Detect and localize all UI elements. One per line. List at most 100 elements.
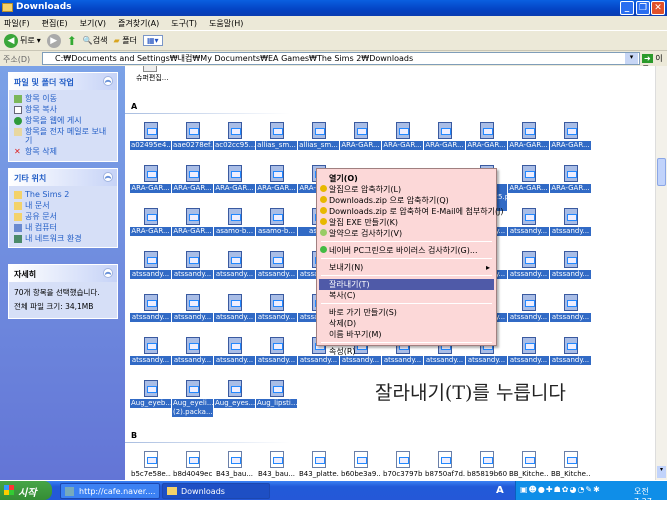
file-item[interactable]: atssandy... [508,294,549,322]
file-item[interactable]: b8750af7d... [424,451,465,479]
file-item[interactable]: atssandy... [130,337,171,365]
address-input[interactable]: C:₩Documents and Settings₩내컴₩My Document… [42,52,640,65]
file-item[interactable]: atssandy... [130,251,171,279]
menu-edit[interactable]: 편집(E) [42,18,68,28]
taskbar-item-downloads[interactable]: Downloads [162,483,270,499]
file-item[interactable]: atssandy... [256,337,297,365]
place-shared-documents[interactable]: 공유 문서 [9,211,117,222]
file-item[interactable]: allias_sm... [298,122,339,150]
menu-help[interactable]: 도움말(H) [209,18,243,28]
context-menu-item[interactable]: 잘라내기(T) [319,279,494,290]
file-item[interactable]: Aug_eyeli... (2).packa... [172,380,213,417]
task-email[interactable]: 항목을 전자 메일로 보내기 [9,126,117,146]
start-button[interactable]: 시작 [0,481,52,500]
file-item[interactable]: atssandy... [130,294,171,322]
file-item[interactable]: BB_Kitche... [550,451,591,479]
search-button[interactable]: 🔍검색 [83,35,108,46]
context-menu-item[interactable]: 보내기(N) ▸ [319,262,494,273]
folders-button[interactable]: ▰ 폴더 [114,35,137,46]
language-indicator[interactable]: A [496,485,504,496]
file-item[interactable]: atssandy... [214,294,255,322]
file-item[interactable]: atssandy... [550,337,591,365]
file-item[interactable]: atssandy... [256,294,297,322]
file-label[interactable]: 슈퍼편집... [135,74,169,83]
file-item[interactable]: b8d4049ec... [172,451,213,479]
taskbar-item-browser[interactable]: http://cafe.naver.... [60,483,160,499]
file-item[interactable]: ac02cc95... [214,122,255,150]
up-folder-icon[interactable]: ⬆ [67,34,77,48]
file-item[interactable]: Aug_eyeb... [130,380,171,408]
file-item[interactable]: asamo-b... [214,208,255,236]
file-item[interactable]: atssandy... [550,294,591,322]
address-dropdown[interactable]: ▾ [625,53,638,64]
vertical-scrollbar[interactable]: ▾ [655,66,667,480]
file-item[interactable]: ARA-GAR... [466,122,507,150]
minimize-button[interactable]: _ [620,1,634,15]
menu-favorites[interactable]: 즐겨찾기(A) [118,18,159,28]
file-item[interactable]: ARA-GAR... [256,165,297,193]
file-item[interactable]: ARA-GAR... [130,208,171,236]
collapse-button[interactable]: ︽ [103,76,113,86]
file-item[interactable]: B43_bau... [256,451,297,479]
back-button[interactable]: ◀ 뒤로 ▾ [4,33,41,48]
file-item[interactable]: ARA-GAR... [550,122,591,150]
file-item[interactable]: atssandy... [214,337,255,365]
file-item[interactable]: atssandy... [550,251,591,279]
file-item[interactable]: atssandy... [550,208,591,236]
forward-button[interactable]: ▶ [46,33,61,48]
file-item[interactable]: atssandy... [508,337,549,365]
file-item[interactable]: atssandy... [172,294,213,322]
file-item[interactable]: B43_platte... [298,451,339,479]
file-item[interactable]: a02495e4... [130,122,171,150]
file-item[interactable]: atssandy... [508,208,549,236]
file-item[interactable]: BB_Kitche... [508,451,549,479]
task-move[interactable]: 항목 이동 [9,93,117,104]
place-network[interactable]: 내 네트워크 환경 [9,233,117,244]
file-item[interactable]: ARA-GAR... [508,122,549,150]
context-menu-item[interactable]: 이름 바꾸기(M) [319,329,494,340]
task-publish-web[interactable]: 항목을 웹에 게시 [9,115,117,126]
context-menu-item[interactable]: 네이버 PC그린으로 바이러스 검사하기(G)... [319,245,494,256]
scroll-down-button[interactable]: ▾ [657,466,666,478]
place-my-computer[interactable]: 내 컴퓨터 [9,222,117,233]
context-menu-item[interactable]: 알집으로 압축하기(L) [319,184,494,195]
file-item[interactable]: ARA-GAR... [550,165,591,193]
menu-view[interactable]: 보기(V) [80,18,106,28]
file-item[interactable]: ARA-GAR... [424,122,465,150]
context-menu-item[interactable]: 복사(C) [319,290,494,301]
place-my-documents[interactable]: 내 문서 [9,200,117,211]
context-menu-item[interactable]: 바로 가기 만들기(S) [319,307,494,318]
file-item[interactable]: b5c7e58e... [130,451,171,479]
restore-button[interactable]: ❐ [636,1,650,15]
context-menu-item[interactable]: 삭제(D) [319,318,494,329]
menu-tools[interactable]: 도구(T) [171,18,197,28]
file-item[interactable]: asamo-b... [256,208,297,236]
file-item[interactable]: Aug_eyes... [214,380,255,408]
place-sims2[interactable]: The Sims 2 [9,189,117,200]
context-menu-item[interactable]: Downloads.zip 로 압축하여 E-Mail에 첨부하기(J) [319,206,504,217]
file-item[interactable]: ARA-GAR... [214,165,255,193]
task-delete[interactable]: ✕ 항목 삭제 [9,146,117,157]
file-item[interactable]: atssandy... [214,251,255,279]
context-menu-item[interactable]: 속성(R) [319,346,494,357]
menu-file[interactable]: 파일(F) [4,18,30,28]
collapse-button[interactable]: ︽ [103,268,113,278]
file-item[interactable]: B43_bau... [214,451,255,479]
file-item[interactable]: b70c3797b... [382,451,423,479]
context-menu-item[interactable]: 열기(O) [319,173,494,184]
file-item[interactable]: Aug_lipsti... [256,380,297,408]
file-item[interactable]: b85819b60... [466,451,507,479]
task-copy[interactable]: 항목 복사 [9,104,117,115]
file-item[interactable]: ARA-GAR... [340,122,381,150]
collapse-button[interactable]: ︽ [103,172,113,182]
file-item[interactable]: ARA-GAR... [382,122,423,150]
close-button[interactable]: ✕ [651,1,665,15]
views-button[interactable]: ▦▾ [142,35,163,46]
context-menu-item[interactable]: 알집 EXE 만들기(K) [319,217,494,228]
file-item[interactable]: ARA-GAR... [172,208,213,236]
context-menu-item[interactable]: 알약으로 검사하기(V) [319,228,494,239]
file-item[interactable]: allias_sm... [256,122,297,150]
file-item[interactable]: ARA-GAR... [172,165,213,193]
file-item[interactable]: ARA-GAR... [508,165,549,193]
file-item[interactable]: b60be3a9... [340,451,381,479]
